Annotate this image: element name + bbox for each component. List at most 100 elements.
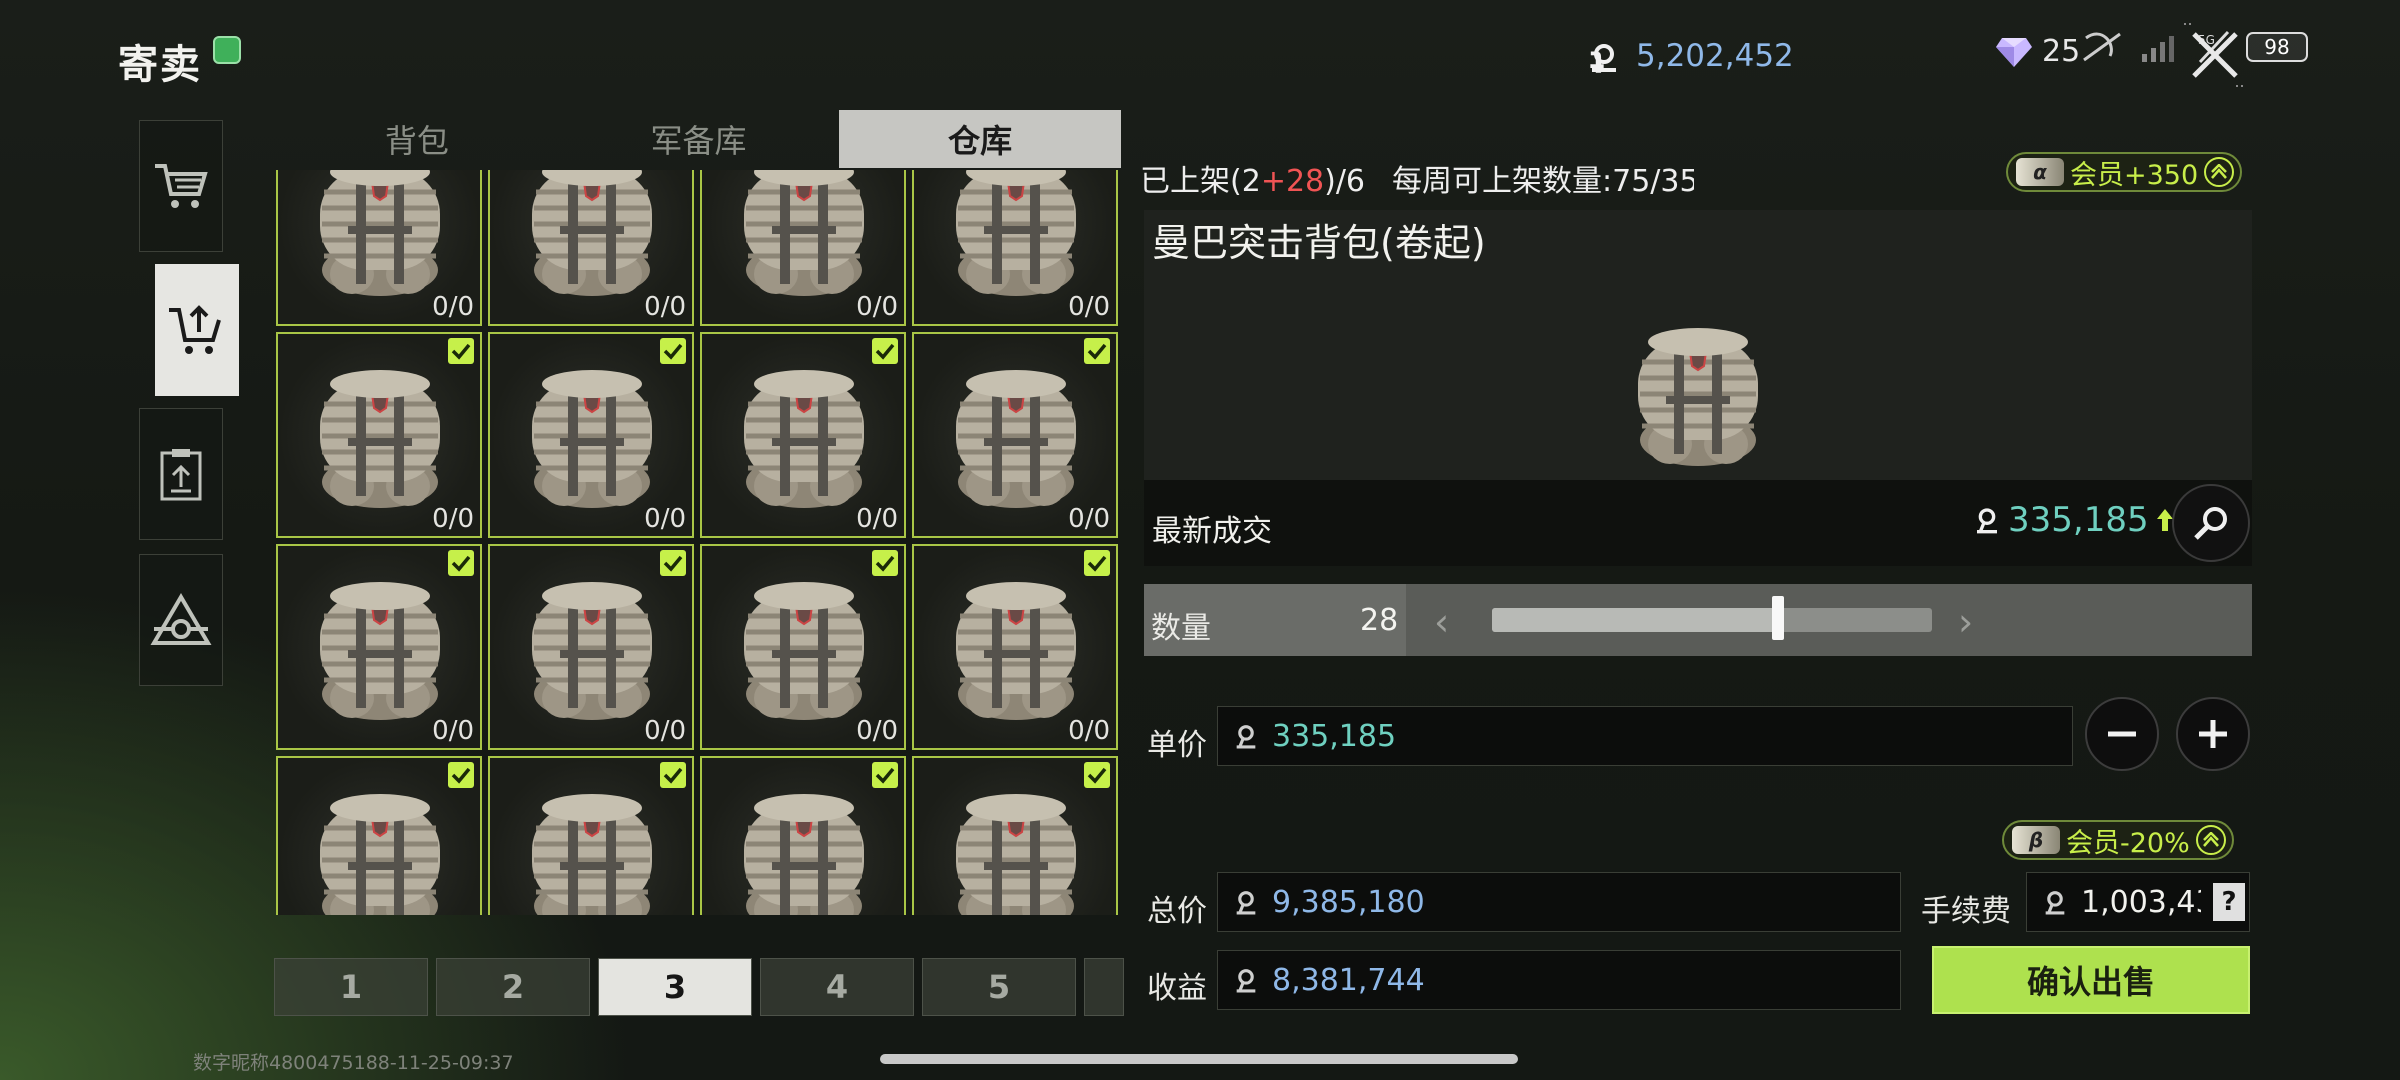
tab-warehouse[interactable]: 仓库 xyxy=(839,110,1122,168)
inventory-item-slot[interactable]: 0/0 xyxy=(700,544,906,750)
inventory-tabs: 背包 军备库 仓库 xyxy=(276,110,1122,168)
page-button-5[interactable]: 5 xyxy=(922,958,1076,1016)
quantity-label: 数量 xyxy=(1151,611,1211,646)
checkbox-checked-icon[interactable] xyxy=(872,338,898,364)
inventory-item-slot[interactable]: 0/0 xyxy=(276,170,482,326)
sidebar-item-records[interactable] xyxy=(139,408,223,540)
inventory-item-slot[interactable]: 0/0 xyxy=(912,332,1118,538)
item-stock-count: 0/0 xyxy=(856,504,898,534)
chevron-right-icon[interactable]: › xyxy=(1958,600,1973,644)
inventory-item-slot[interactable]: 0/0 xyxy=(276,756,482,915)
tab-backpack[interactable]: 背包 xyxy=(276,110,558,168)
vip-beta-tag: β xyxy=(2012,826,2060,854)
checkbox-checked-icon[interactable] xyxy=(448,762,474,788)
inventory-item-slot[interactable]: 0/0 xyxy=(700,756,906,915)
inventory-item-slot[interactable]: 0/0 xyxy=(488,332,694,538)
coin-icon xyxy=(1236,891,1256,915)
signal-icon xyxy=(2142,36,2174,62)
chevron-left-icon[interactable]: ‹ xyxy=(1434,600,1449,644)
search-icon xyxy=(2194,507,2227,540)
backpack-icon xyxy=(724,170,884,302)
mute-icon xyxy=(2083,32,2121,62)
page-button-4[interactable]: 4 xyxy=(760,958,914,1016)
chevron-up-icon xyxy=(2195,825,2226,855)
backpack-icon xyxy=(724,566,884,726)
coin-icon xyxy=(1236,725,1256,749)
sidebar-item-buy[interactable] xyxy=(139,120,223,252)
tab-armory[interactable]: 军备库 xyxy=(558,110,840,168)
status-badge xyxy=(213,36,241,64)
inventory-item-slot[interactable]: 0/0 xyxy=(488,544,694,750)
inventory-item-slot[interactable]: 0/0 xyxy=(700,332,906,538)
item-stock-count: 0/0 xyxy=(644,504,686,534)
listed-count: 已上架(2+28)/6 xyxy=(1140,156,1365,200)
vip-alpha-tag: α xyxy=(2016,158,2064,186)
unit-price-value: 335,185 xyxy=(1272,718,1397,754)
gem-display: 25 xyxy=(1996,34,2080,69)
inventory-item-slot[interactable]: 0/0 xyxy=(488,170,694,326)
item-grid: 0/00/00/00/00/00/00/00/00/00/00/00/00/00… xyxy=(276,170,1121,915)
unit-price-input[interactable]: 335,185 xyxy=(1217,706,2073,766)
checkbox-checked-icon[interactable] xyxy=(448,338,474,364)
plus-icon xyxy=(2199,720,2227,748)
page-button-2[interactable]: 2 xyxy=(436,958,590,1016)
vip-bonus-label: 会员+350 xyxy=(2070,159,2199,191)
inventory-item-slot[interactable]: 0/0 xyxy=(912,170,1118,326)
backpack-icon xyxy=(512,566,672,726)
inventory-item-slot[interactable]: 0/0 xyxy=(488,756,694,915)
page-button-3[interactable]: 3 xyxy=(598,958,752,1016)
item-stock-count: 0/0 xyxy=(432,716,474,746)
checkbox-checked-icon[interactable] xyxy=(660,550,686,576)
help-icon[interactable]: ? xyxy=(2213,883,2245,921)
coin-icon xyxy=(2045,891,2065,915)
item-stock-count: 0/0 xyxy=(644,292,686,322)
checkbox-checked-icon[interactable] xyxy=(1084,762,1110,788)
cart-upload-icon xyxy=(169,305,221,354)
inventory-item-slot[interactable]: 0/0 xyxy=(276,332,482,538)
page-button-1[interactable]: 1 xyxy=(274,958,428,1016)
backpack-icon xyxy=(724,354,884,514)
latest-price-value: 335,185 xyxy=(2008,500,2149,540)
inventory-item-slot[interactable]: 0/0 xyxy=(912,544,1118,750)
total-price-field: 9,385,180 xyxy=(1217,872,1901,932)
battery-indicator: 98 xyxy=(2246,32,2308,62)
checkbox-checked-icon[interactable] xyxy=(1084,338,1110,364)
quantity-value: 28 xyxy=(1360,603,1399,638)
confirm-sell-button[interactable]: 确认出售 xyxy=(1932,946,2250,1014)
inventory-item-slot[interactable]: 0/0 xyxy=(700,170,906,326)
increase-price-button[interactable] xyxy=(2176,697,2250,771)
backpack-icon xyxy=(512,778,672,915)
listed-suffix: )/6 xyxy=(1324,164,1366,199)
checkbox-checked-icon[interactable] xyxy=(872,550,898,576)
home-indicator[interactable] xyxy=(880,1054,1518,1064)
watermark-text: 数字昵称4800475188-11-25-09:37 xyxy=(193,1052,514,1074)
weekly-limit: 每周可上架数量:75/350 xyxy=(1392,164,1694,199)
inventory-item-slot[interactable]: 0/0 xyxy=(912,756,1118,915)
item-stock-count: 0/0 xyxy=(1068,292,1110,322)
backpack-icon xyxy=(512,354,672,514)
checkbox-checked-icon[interactable] xyxy=(660,762,686,788)
checkbox-checked-icon[interactable] xyxy=(448,550,474,576)
checkbox-checked-icon[interactable] xyxy=(1084,550,1110,576)
item-stock-count: 0/0 xyxy=(1068,716,1110,746)
decrease-price-button[interactable] xyxy=(2085,697,2159,771)
sidebar-item-exchange[interactable] xyxy=(139,554,223,686)
vip-listing-bonus[interactable]: α 会员+350 xyxy=(2006,152,2243,192)
minus-icon xyxy=(2108,731,2136,737)
item-stock-count: 0/0 xyxy=(432,504,474,534)
inventory-item-slot[interactable]: 0/0 xyxy=(276,544,482,750)
sidebar-item-sell[interactable] xyxy=(155,264,239,396)
page-button-next[interactable] xyxy=(1084,958,1124,1016)
fee-label: 手续费 xyxy=(1921,894,2011,929)
item-stock-count: 0/0 xyxy=(1068,504,1110,534)
backpack-icon xyxy=(936,566,1096,726)
checkbox-checked-icon[interactable] xyxy=(660,338,686,364)
checkbox-checked-icon[interactable] xyxy=(872,762,898,788)
vip-fee-discount[interactable]: β 会员-20% xyxy=(2002,820,2234,860)
search-button[interactable] xyxy=(2172,484,2250,562)
pagination: 1 2 3 4 5 xyxy=(274,958,1124,1016)
quantity-slider-fill xyxy=(1492,608,1778,632)
latest-deal-label: 最新成交 xyxy=(1152,514,1272,549)
quantity-slider-handle[interactable] xyxy=(1772,596,1784,640)
close-icon[interactable] xyxy=(2180,20,2250,90)
